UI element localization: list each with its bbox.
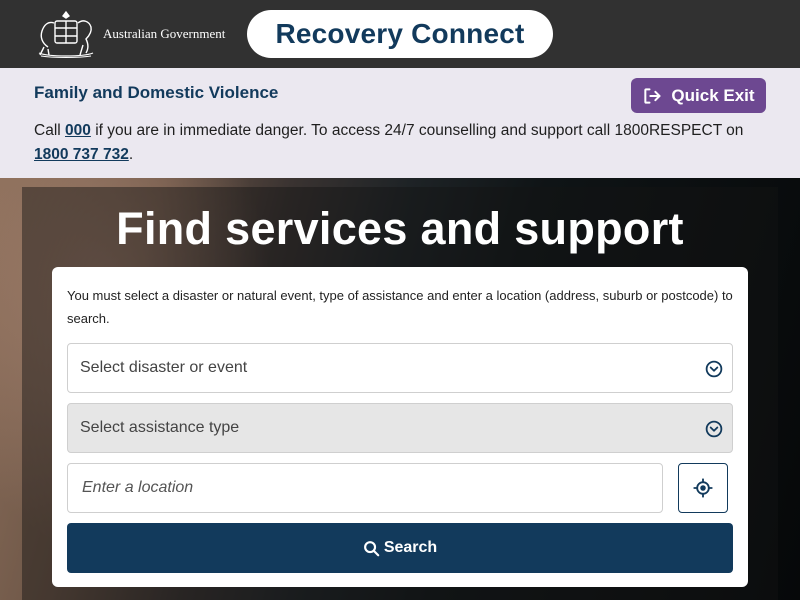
site-brand[interactable]: Recovery Connect (247, 10, 553, 58)
assistance-type-select[interactable]: Select assistance type (67, 403, 733, 453)
coat-of-arms-icon (38, 10, 94, 58)
search-form: You must select a disaster or natural ev… (52, 267, 748, 587)
quick-exit-label: Quick Exit (671, 85, 755, 105)
search-icon (363, 540, 380, 556)
search-instructions: You must select a disaster or natural ev… (67, 288, 733, 326)
search-button[interactable]: Search (67, 523, 733, 573)
crosshair-icon (693, 478, 713, 498)
site-header: Australian Government Recovery Connect (0, 0, 800, 68)
government-logo[interactable]: Australian Government (33, 9, 225, 59)
brand-title: Recovery Connect (275, 18, 525, 49)
quick-exit-button[interactable]: Quick Exit (631, 78, 766, 113)
use-my-location-button[interactable] (678, 463, 728, 513)
respect-phone-link[interactable]: 1800 737 732 (34, 146, 129, 163)
chevron-down-icon (705, 360, 723, 378)
fdv-title: Family and Domestic Violence (34, 83, 279, 102)
location-input[interactable] (67, 463, 663, 513)
assistance-select-value: Select assistance type (80, 419, 240, 436)
fdv-message-end: . (128, 146, 134, 163)
emergency-phone-link[interactable]: 000 (65, 122, 91, 139)
fdv-message: Call 000 if you are in immediate danger.… (34, 119, 764, 167)
search-button-label: Search (383, 539, 438, 556)
disaster-select[interactable]: Select disaster or event (67, 343, 733, 393)
fdv-banner: Family and Domestic Violence Quick Exit … (0, 68, 800, 178)
fdv-message-start: Call (34, 122, 66, 139)
chevron-down-icon (705, 420, 723, 438)
fdv-message-middle: if you are in immediate danger. To acces… (90, 122, 744, 139)
exit-icon (644, 87, 661, 104)
disaster-select-value: Select disaster or event (80, 359, 248, 376)
government-name: Australian Government (103, 26, 226, 41)
page-title: Find services and support (116, 203, 684, 254)
